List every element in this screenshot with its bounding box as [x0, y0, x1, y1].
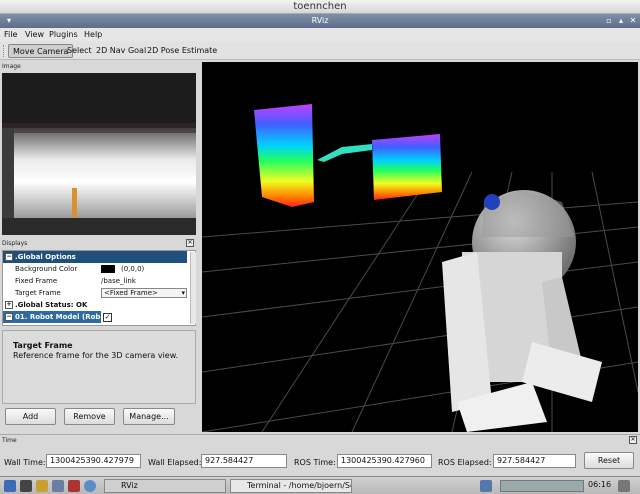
menu-plugins[interactable]: Plugins — [49, 30, 78, 39]
close-time-icon[interactable]: ✕ — [629, 436, 637, 444]
tray-icon[interactable] — [618, 480, 630, 492]
host-title: toennchen — [293, 1, 347, 12]
ros-time-label: ROS Time: — [294, 458, 336, 467]
maximize-icon[interactable]: ▴ — [616, 16, 626, 26]
collapse-icon[interactable]: − — [5, 253, 13, 261]
app-titlebar[interactable]: RViz ▾ ▫ ▴ ✕ — [0, 14, 640, 28]
host-titlebar: toennchen — [0, 0, 640, 14]
task-rviz[interactable]: RViz — [104, 479, 226, 493]
displays-tree[interactable]: − .Global Options Background Color (0,0,0… — [2, 250, 196, 326]
ros-elapsed-label: ROS Elapsed: — [438, 458, 492, 467]
window-menu-icon[interactable]: ▾ — [4, 16, 14, 26]
add-button[interactable]: Add — [5, 408, 56, 425]
point-cloud-right — [372, 134, 442, 200]
reset-button[interactable]: Reset — [584, 452, 634, 469]
task-label: Terminal - /home/bjoern/So... — [247, 481, 352, 490]
row-label: Target Frame — [15, 289, 61, 297]
color-swatch[interactable] — [101, 265, 115, 273]
menu-help[interactable]: Help — [84, 30, 102, 39]
robot-model — [442, 190, 602, 432]
target-frame-dropdown[interactable]: <Fixed Frame> ▾ — [101, 288, 187, 298]
tool-2d-pose-estimate[interactable]: 2D Pose Estimate — [143, 44, 221, 58]
clock: 06:16 — [588, 480, 612, 489]
row-label: Background Color — [15, 265, 78, 273]
row-value: (0,0,0) — [121, 265, 145, 273]
tool-2d-nav-goal[interactable]: 2D Nav Goal — [92, 44, 150, 58]
row-robot-model[interactable]: −01. Robot Model (Rob — [3, 311, 101, 323]
enabled-checkbox[interactable]: ✓ — [103, 313, 112, 322]
workspace-icon[interactable] — [480, 480, 492, 492]
close-displays-icon[interactable]: ✕ — [186, 239, 194, 247]
browser-launcher-icon[interactable] — [84, 480, 96, 492]
point-cloud-left — [254, 104, 314, 207]
row-value: <Fixed Frame> — [104, 289, 158, 297]
row-target-frame[interactable]: Target Frame <Fixed Frame> ▾ — [3, 287, 187, 299]
settings-launcher-icon[interactable] — [68, 480, 80, 492]
manage-button[interactable]: Manage... — [123, 408, 175, 425]
displays-scrollbar[interactable] — [190, 252, 196, 324]
help-panel: Target Frame Reference frame for the 3D … — [2, 330, 196, 404]
ros-elapsed-field[interactable]: 927.584427 — [493, 454, 576, 468]
minimize-icon[interactable]: ▫ — [604, 16, 614, 26]
terminal-launcher-icon[interactable] — [20, 480, 32, 492]
taskbar: RViz Terminal - /home/bjoern/So... 06:16 — [0, 476, 640, 494]
row-label: .Global Options — [15, 253, 76, 261]
file-manager-icon[interactable] — [52, 480, 64, 492]
help-text: Reference frame for the 3D camera view. — [13, 351, 179, 360]
menu-file[interactable]: File — [4, 30, 17, 39]
close-icon[interactable]: ✕ — [628, 16, 638, 26]
ros-time-field[interactable]: 1300425390.427960 — [337, 454, 432, 468]
menu-view[interactable]: View — [25, 30, 44, 39]
wall-elapsed-field[interactable]: 927.584427 — [201, 454, 287, 468]
workspace-pager[interactable] — [500, 480, 584, 492]
app-menu-icon[interactable] — [4, 480, 16, 492]
chevron-down-icon: ▾ — [181, 289, 185, 297]
wall-time-field[interactable]: 1300425390.427979 — [46, 454, 141, 468]
remove-button[interactable]: Remove — [64, 408, 115, 425]
image-panel-title: Image — [2, 63, 21, 70]
row-global-status[interactable]: + .Global Status: OK — [3, 299, 187, 311]
tool-select[interactable]: Select — [63, 44, 96, 58]
row-label: .Global Status: OK — [15, 301, 88, 309]
displays-panel-title: Displays — [2, 240, 28, 247]
row-label: 01. Robot Model (Rob — [15, 313, 101, 321]
camera-image — [2, 73, 196, 235]
toolbar-grip[interactable] — [3, 45, 5, 57]
collapse-icon[interactable]: − — [5, 313, 13, 321]
wall-time-label: Wall Time: — [4, 458, 46, 467]
app-title: RViz — [311, 16, 329, 25]
toolbar: Move Camera Select 2D Nav Goal 2D Pose E… — [0, 41, 640, 60]
task-label: RViz — [121, 481, 138, 490]
wall-elapsed-label: Wall Elapsed: — [148, 458, 202, 467]
row-background-color[interactable]: Background Color (0,0,0) — [3, 263, 187, 275]
row-label: Fixed Frame — [15, 277, 58, 285]
menu-bar: File View Plugins Help — [0, 28, 640, 41]
row-global-options[interactable]: − .Global Options — [3, 251, 187, 263]
row-value[interactable]: /base_link — [101, 275, 136, 287]
time-panel-title: Time — [2, 437, 17, 444]
help-title: Target Frame — [13, 341, 73, 350]
task-terminal[interactable]: Terminal - /home/bjoern/So... — [230, 479, 352, 493]
editor-launcher-icon[interactable] — [36, 480, 48, 492]
3d-viewport[interactable] — [202, 62, 638, 432]
expand-icon[interactable]: + — [5, 301, 13, 309]
point-cloud-bridge — [317, 144, 372, 162]
row-fixed-frame[interactable]: Fixed Frame /base_link — [3, 275, 187, 287]
